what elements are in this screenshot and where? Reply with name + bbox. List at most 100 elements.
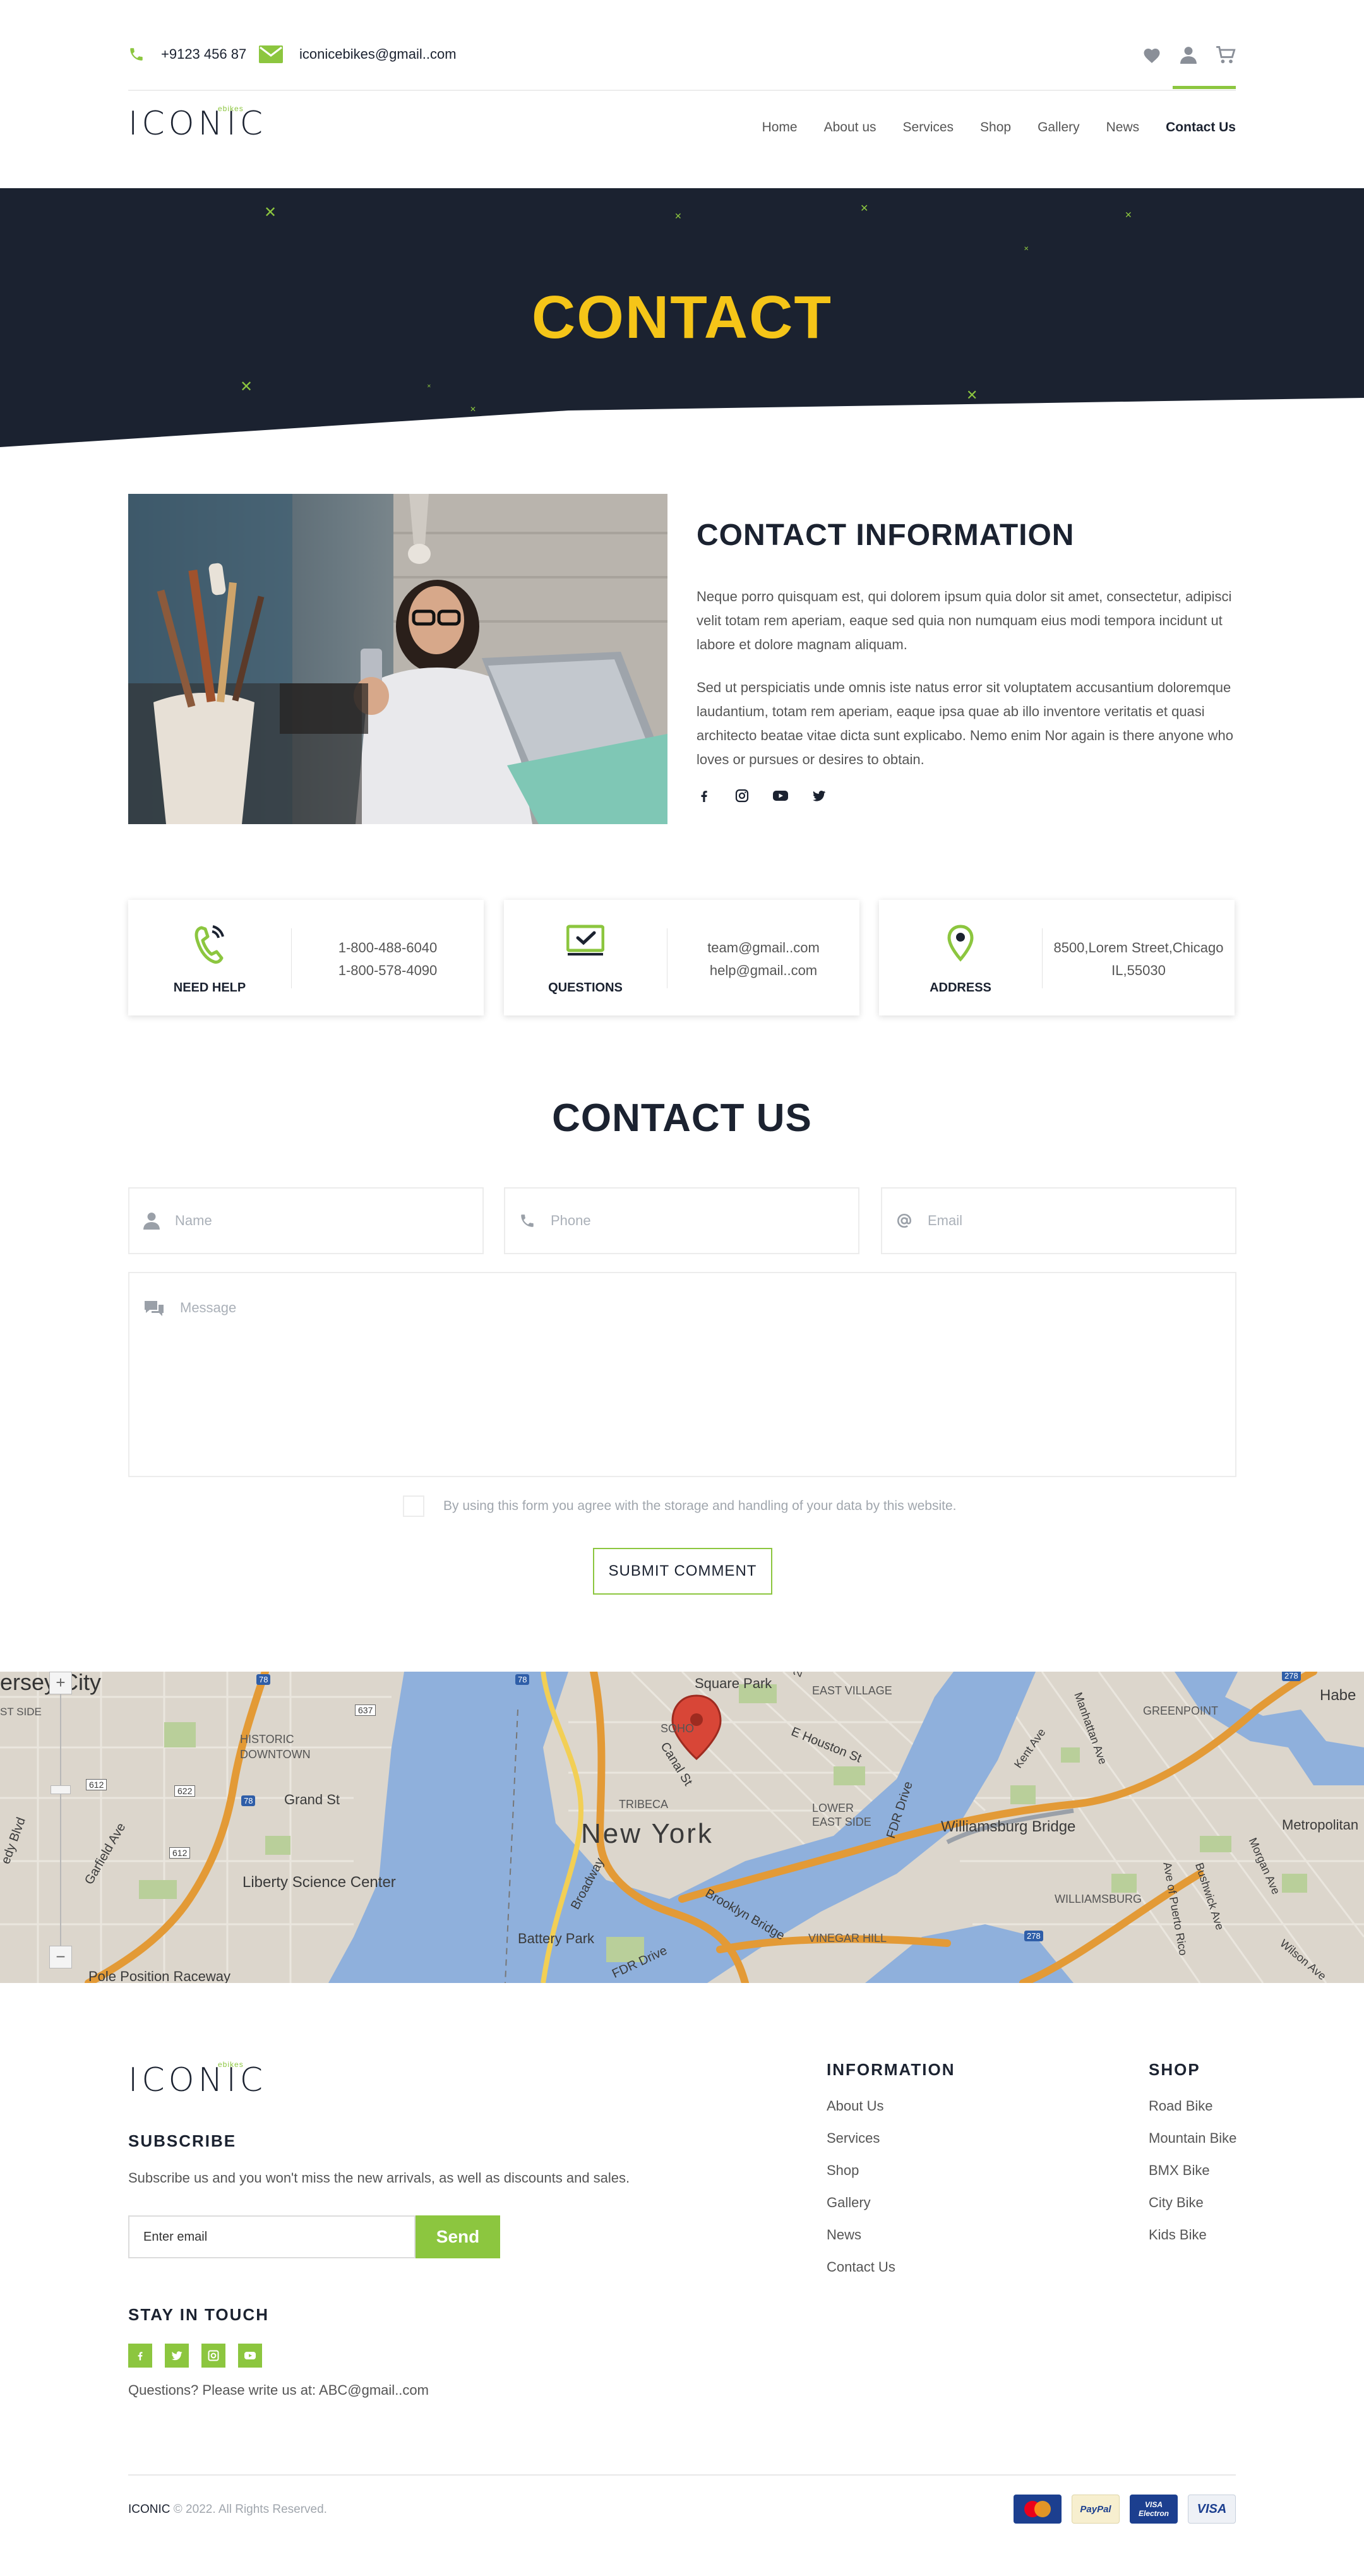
card-line: 8500,Lorem Street,Chicago (1053, 940, 1224, 956)
map-label: GREENPOINT (1143, 1704, 1219, 1717)
information-links: About Us Services Shop Gallery News Cont… (827, 2098, 895, 2291)
nav-news[interactable]: News (1106, 120, 1140, 135)
contact-info-paragraph-1: Neque porro quisquam est, qui dolorem ip… (697, 589, 1232, 652)
decor-x: ✕ (674, 212, 682, 222)
user-icon[interactable] (1180, 46, 1197, 64)
topbar-email[interactable]: iconicebikes@gmail..com (259, 45, 457, 63)
nav-gallery[interactable]: Gallery (1038, 120, 1080, 135)
header-divider (128, 90, 1236, 91)
logo-sup-text: ebikes (218, 104, 244, 113)
nav-home[interactable]: Home (762, 120, 798, 135)
card-line[interactable]: team@gmail..com (667, 937, 859, 959)
email-input[interactable] (928, 1213, 1235, 1229)
name-input[interactable] (175, 1213, 482, 1229)
nav-about[interactable]: About us (824, 120, 876, 135)
decor-x: ✕ (240, 378, 253, 395)
map-label: Pole Position Raceway (88, 1968, 231, 1983)
map-label: Habe (1320, 1687, 1356, 1704)
highway-shield: 278 (1024, 1931, 1043, 1941)
card-label: QUESTIONS (548, 981, 623, 995)
info-card-questions: QUESTIONS team@gmail..com help@gmail..co… (504, 900, 859, 1015)
phone-input[interactable] (551, 1213, 858, 1229)
card-label: ADDRESS (930, 981, 991, 995)
map-pin-icon (879, 924, 1042, 964)
zoom-in-button[interactable]: + (49, 1672, 72, 1694)
phone-icon (521, 1214, 534, 1227)
card-lines: 8500,Lorem Street,Chicago IL,55030 (1043, 937, 1235, 982)
subscribe-email-input[interactable] (143, 2229, 414, 2244)
footer-link[interactable]: News (827, 2227, 895, 2259)
hero-title: CONTACT (531, 284, 833, 351)
twitter-icon[interactable] (811, 788, 827, 803)
visa-icon: VISA (1188, 2495, 1236, 2524)
facebook-icon[interactable] (697, 788, 712, 803)
nav-services[interactable]: Services (903, 120, 954, 135)
message-field[interactable] (128, 1272, 1236, 1477)
zoom-out-button[interactable]: − (49, 1946, 72, 1968)
footer-link[interactable]: BMX Bike (1149, 2162, 1236, 2195)
instagram-icon[interactable] (201, 2344, 225, 2368)
footer-link[interactable]: Mountain Bike (1149, 2130, 1236, 2162)
copyright-brand: ICONIC (128, 2503, 170, 2516)
contact-us-title: CONTACT US (552, 1096, 812, 1140)
highway-shield: 612 (86, 1779, 107, 1790)
message-input[interactable] (180, 1300, 1235, 1426)
submit-comment-button[interactable]: SUBMIT COMMENT (593, 1548, 772, 1595)
info-card-help: NEED HELP 1-800-488-6040 1-800-578-4090 (128, 900, 484, 1015)
card-lines: team@gmail..com help@gmail..com (667, 937, 859, 982)
topbar-email-text: iconicebikes@gmail..com (299, 46, 457, 62)
email-field[interactable] (881, 1187, 1236, 1254)
footer-socials (128, 2344, 262, 2368)
phone-icon (130, 48, 143, 61)
logo-sup-text: ebikes (218, 2060, 244, 2069)
map-label: TRIBECA (619, 1798, 669, 1811)
map-label: Metropolitan (1282, 1817, 1359, 1833)
youtube-icon[interactable] (238, 2344, 262, 2368)
instagram-icon[interactable] (734, 788, 750, 803)
phone-field[interactable] (504, 1187, 859, 1254)
card-line[interactable]: help@gmail..com (667, 959, 859, 982)
footer-link[interactable]: Services (827, 2130, 895, 2162)
facebook-icon[interactable] (128, 2344, 152, 2368)
send-button[interactable]: Send (416, 2215, 500, 2258)
zoom-slider-handle[interactable] (51, 1785, 71, 1794)
consent-checkbox[interactable] (403, 1495, 424, 1517)
map-label: VINEGAR HILL (808, 1932, 887, 1944)
payment-methods: PayPal VISA Electron VISA (1014, 2495, 1236, 2524)
header-actions (1142, 45, 1236, 64)
footer-link[interactable]: Gallery (827, 2195, 895, 2227)
nav-shop[interactable]: Shop (980, 120, 1011, 135)
twitter-icon[interactable] (165, 2344, 189, 2368)
card-lines: 1-800-488-6040 1-800-578-4090 (292, 937, 484, 982)
card-line: IL,55030 (1111, 962, 1166, 978)
highway-shield: 78 (241, 1795, 256, 1806)
youtube-icon[interactable] (772, 788, 789, 803)
name-field[interactable] (128, 1187, 484, 1254)
footer-link[interactable]: Shop (827, 2162, 895, 2195)
cart-icon[interactable] (1216, 45, 1236, 64)
footer-link[interactable]: Kids Bike (1149, 2227, 1236, 2259)
map-label: ST SIDE (0, 1706, 42, 1718)
contact-socials (697, 788, 827, 803)
card-line[interactable]: 1-800-488-6040 (292, 937, 484, 959)
nav-contact[interactable]: Contact Us (1166, 120, 1236, 135)
location-map[interactable]: ersey City ST SIDE edy Blvd HISTORIC DOW… (0, 1672, 1364, 1983)
map-label: LOWER EAST SIDE (812, 1802, 871, 1828)
envelope-icon (259, 45, 283, 63)
map-label: Grand St (284, 1792, 340, 1807)
map-label: Liberty Science Center (242, 1874, 396, 1891)
footer-link[interactable]: Contact Us (827, 2259, 895, 2291)
footer-link[interactable]: Road Bike (1149, 2098, 1236, 2130)
footer-link[interactable]: About Us (827, 2098, 895, 2130)
hero-wave (0, 398, 1364, 448)
highway-shield: 622 (174, 1785, 196, 1797)
map-label: Battery Park (518, 1931, 595, 1946)
subscribe-email-field[interactable] (128, 2215, 416, 2258)
footer-link[interactable]: City Bike (1149, 2195, 1236, 2227)
card-line[interactable]: 1-800-578-4090 (292, 959, 484, 982)
decor-x: ✕ (427, 383, 431, 389)
decor-x: ✕ (860, 202, 869, 214)
heart-icon[interactable] (1142, 46, 1161, 64)
decor-x: ✕ (1125, 210, 1132, 220)
topbar-phone[interactable]: +9123 456 87 (128, 45, 246, 63)
